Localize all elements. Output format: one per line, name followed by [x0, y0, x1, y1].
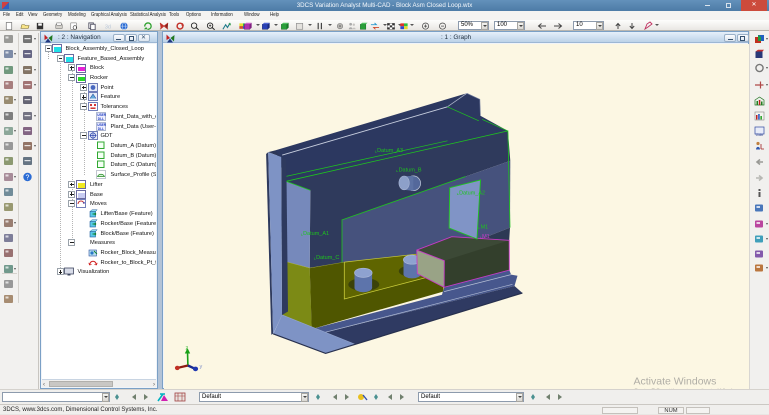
svg-text:Gdn: Gdn: [756, 132, 764, 136]
svg-text:DLL: DLL: [98, 126, 104, 130]
svg-text:⌞Datum_A3: ⌞Datum_A3: [374, 148, 403, 154]
svg-text:z: z: [185, 345, 188, 351]
svg-text:⌞Datum_C: ⌞Datum_C: [313, 255, 339, 261]
svg-text:?: ?: [26, 174, 30, 181]
svg-text:⌞M1: ⌞M1: [479, 234, 489, 240]
svg-text:DLL: DLL: [98, 117, 104, 121]
svg-text:⌞Datum_A2: ⌞Datum_A2: [456, 190, 485, 196]
svg-text:3d: 3d: [105, 24, 111, 30]
svg-text:Activate Windows: Activate Windows: [633, 375, 716, 387]
svg-text:y: y: [199, 364, 202, 370]
svg-text:⌞M1: ⌞M1: [478, 224, 488, 230]
svg-text:⌞Datum_B: ⌞Datum_B: [396, 167, 422, 173]
svg-text:⌞Datum_A1: ⌞Datum_A1: [300, 231, 329, 237]
